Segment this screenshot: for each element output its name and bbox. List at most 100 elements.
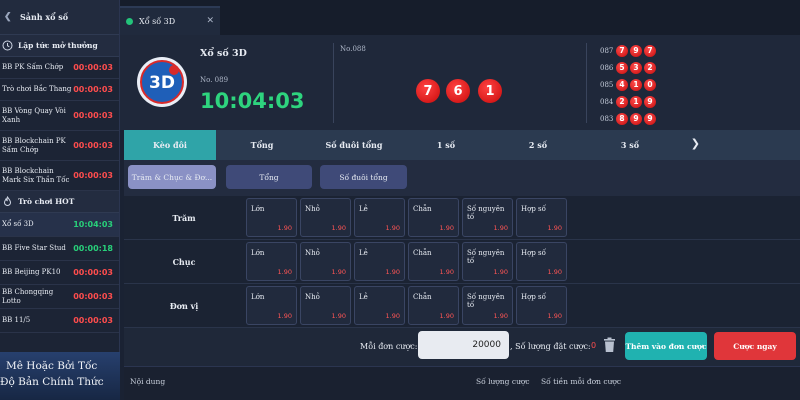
bet-option-label: Nhỏ	[305, 205, 320, 213]
banner-line1: Mê Hoặc Bởi Tốc	[6, 360, 98, 372]
close-icon[interactable]: ✕	[206, 16, 214, 26]
bet-option-odds: 1.90	[439, 268, 454, 276]
history-issue: 085	[600, 80, 614, 89]
countdown: 00:00:03	[73, 316, 113, 325]
result-ball: 7	[416, 79, 440, 103]
list-item[interactable]: BB Blockchain PK Sấm Chớp 00:00:03	[0, 131, 119, 161]
history-ball: 9	[644, 112, 656, 125]
bet-option-cell[interactable]: Nhỏ 1.90	[300, 198, 351, 237]
bet-option-cell[interactable]: Nhỏ 1.90	[300, 242, 351, 281]
banner-line2: Độ Bản Chính Thức	[0, 376, 104, 388]
chevron-left-icon[interactable]: ❮	[4, 12, 12, 22]
list-item[interactable]: BB PK Sấm Chớp 00:00:03	[0, 57, 119, 79]
bet-option-cell[interactable]: Lớn 1.90	[246, 198, 297, 237]
tab-label: Xổ số 3D	[139, 17, 176, 26]
section-instant-draw: Lập tức mở thưởng	[0, 35, 119, 57]
subtab-tong[interactable]: Tổng	[226, 165, 312, 189]
history-ball: 5	[616, 61, 628, 74]
bet-option-odds: 1.90	[547, 224, 562, 232]
list-item[interactable]: Trò chơi Bắc Thang 00:00:03	[0, 79, 119, 101]
bet-option-cell[interactable]: Lớn 1.90	[246, 286, 297, 325]
bet-option-cell[interactable]: Lẻ 1.90	[354, 286, 405, 325]
countdown: 00:00:03	[73, 268, 113, 277]
list-item[interactable]: BB Beijing PK10 00:00:03	[0, 261, 119, 285]
bet-row-label: Trăm	[172, 213, 196, 223]
tab-tong[interactable]: Tổng	[216, 130, 308, 160]
bet-grid: Trăm Lớn 1.90 Nhỏ 1.90 Lẻ 1.90 Chẵn 1.90 Số nguyê…	[124, 196, 800, 328]
divider	[333, 43, 334, 123]
history-ball: 4	[616, 78, 628, 91]
trash-icon[interactable]	[603, 337, 616, 353]
bet-option-odds: 1.90	[385, 312, 400, 320]
bet-option-cell[interactable]: Hợp số 1.90	[516, 198, 567, 237]
bet-option-cell[interactable]: Chẵn 1.90	[408, 286, 459, 325]
bet-option-odds: 1.90	[277, 224, 292, 232]
bet-option-cell[interactable]: Chẵn 1.90	[408, 198, 459, 237]
bet-slip-table-header: Nội dung Số lượng cược Số tiền mỗi đơn c…	[124, 366, 800, 400]
history-ball: 1	[630, 78, 642, 91]
bet-option-label: Nhỏ	[305, 249, 320, 257]
bet-option-cell[interactable]: Chẵn 1.90	[408, 242, 459, 281]
bet-option-label: Lớn	[251, 293, 265, 301]
bet-option-odds: 1.90	[277, 312, 292, 320]
history-issue: 083	[600, 114, 614, 123]
list-item[interactable]: BB 11/5 00:00:03	[0, 309, 119, 333]
bet-option-label: Nhỏ	[305, 293, 320, 301]
game-name: Xổ số 3D	[2, 220, 34, 228]
count-label: , Số lượng đặt cược:	[510, 342, 591, 351]
logo-text: 3D	[149, 73, 175, 93]
tab-2-so[interactable]: 2 số	[492, 130, 584, 160]
history-issue: 087	[600, 46, 614, 55]
game-name: BB PK Sấm Chớp	[2, 63, 64, 71]
add-to-slip-button[interactable]: Thêm vào đơn cược	[625, 332, 707, 360]
order-bar: Mỗi đơn cược: 20000 , Số lượng đặt cược:…	[124, 328, 800, 366]
result-ball: 6	[446, 79, 470, 103]
bet-option-label: Số nguyên tố	[467, 205, 505, 221]
tab-1-so[interactable]: 1 số	[400, 130, 492, 160]
bet-now-button[interactable]: Cược ngay	[714, 332, 796, 360]
subtab-so-duoi-tong[interactable]: Số đuôi tổng	[320, 165, 407, 189]
game-name: BB 11/5	[2, 316, 31, 324]
promo-banner[interactable]: Mê Hoặc Bởi Tốc Độ Bản Chính Thức	[0, 352, 120, 400]
tab-so-duoi-tong[interactable]: Số đuôi tổng	[308, 130, 400, 160]
subtab-tram-chuc-don[interactable]: Trăm & Chục & Đơ...	[128, 165, 216, 189]
clock-icon	[2, 40, 13, 51]
history-ball: 2	[644, 61, 656, 74]
list-item[interactable]: BB Blockchain Mark Six Thần Tốc 00:00:03	[0, 161, 119, 191]
lottery-sidebar: ❮ Sảnh xổ số Lập tức mở thưởng BB PK Sấm…	[0, 0, 120, 400]
list-item[interactable]: BB Vòng Quay Vòi Xanh 00:00:03	[0, 101, 119, 131]
bet-option-cell[interactable]: Nhỏ 1.90	[300, 286, 351, 325]
stake-input[interactable]: 20000	[418, 331, 509, 359]
bet-option-cell[interactable]: Số nguyên tố 1.90	[462, 242, 513, 281]
bet-option-cell[interactable]: Số nguyên tố 1.90	[462, 198, 513, 237]
tab-3-so[interactable]: 3 số	[584, 130, 676, 160]
stake-label: Mỗi đơn cược:	[360, 342, 418, 351]
bet-option-odds: 1.90	[331, 224, 346, 232]
tab-keo-doi[interactable]: Kèo đôi	[124, 130, 216, 160]
section-hot-games: Trò chơi HOT	[0, 191, 119, 213]
bet-option-cell[interactable]: Lẻ 1.90	[354, 198, 405, 237]
history-ball: 7	[644, 44, 656, 57]
chevron-right-icon[interactable]: ❯	[691, 137, 700, 150]
bet-option-cell[interactable]: Hợp số 1.90	[516, 242, 567, 281]
history-ball: 7	[616, 44, 628, 57]
bet-option-cell[interactable]: Số nguyên tố 1.90	[462, 286, 513, 325]
bet-option-cell[interactable]: Lớn 1.90	[246, 242, 297, 281]
bet-option-odds: 1.90	[439, 224, 454, 232]
list-item[interactable]: BB Chongqing Lotto 00:00:03	[0, 285, 119, 309]
flame-icon	[2, 196, 13, 207]
game-name: Trò chơi Bắc Thang	[2, 85, 72, 93]
game-title: Xổ số 3D	[200, 48, 247, 59]
bet-option-cell[interactable]: Lẻ 1.90	[354, 242, 405, 281]
tab-xo-so-3d[interactable]: Xổ số 3D ✕	[120, 6, 220, 35]
list-item[interactable]: BB Five Star Stud 00:00:18	[0, 237, 119, 261]
bet-option-odds: 1.90	[331, 312, 346, 320]
bet-option-cell[interactable]: Hợp số 1.90	[516, 286, 567, 325]
list-item-active[interactable]: Xổ số 3D 10:04:03	[0, 213, 119, 237]
history-row: 084 2 1 9	[600, 93, 658, 110]
bet-row: Trăm Lớn 1.90 Nhỏ 1.90 Lẻ 1.90 Chẵn 1.90 Số nguyê…	[124, 196, 800, 240]
bet-option-label: Số nguyên tố	[467, 293, 505, 309]
sidebar-header[interactable]: ❮ Sảnh xổ số	[0, 0, 119, 35]
bet-option-label: Hợp số	[521, 205, 546, 213]
bet-option-odds: 1.90	[439, 312, 454, 320]
